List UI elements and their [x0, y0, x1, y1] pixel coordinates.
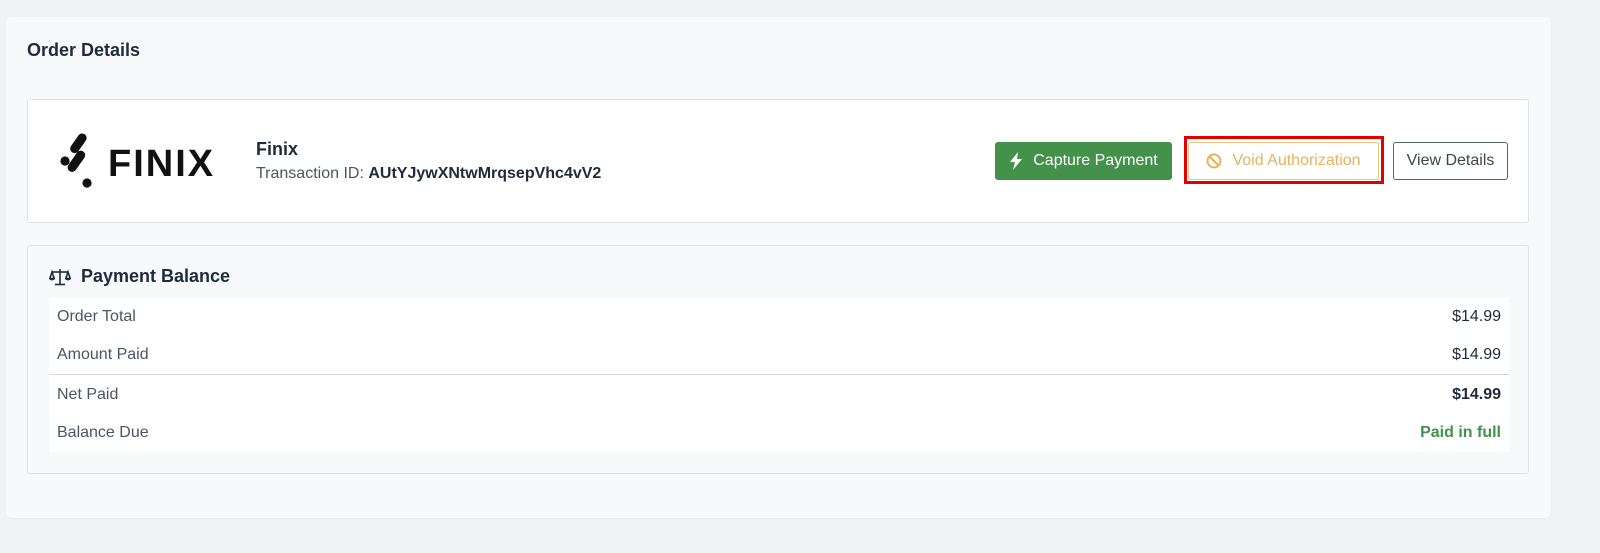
- gateway-name: Finix: [256, 139, 299, 159]
- payment-balance-header: Payment Balance: [49, 266, 230, 287]
- balance-due-row: Balance Due Paid in full: [49, 414, 1509, 452]
- amount-paid-label: Amount Paid: [57, 346, 149, 363]
- payment-balance-title: Payment Balance: [81, 266, 231, 286]
- transaction-id-value: AUtYJywXNtwMrqsepVhc4vV2: [368, 165, 602, 182]
- payment-gateway-panel: FINIX Finix Transaction ID: AUtYJywXNtwM…: [27, 99, 1529, 223]
- void-authorization-button[interactable]: Void Authorization: [1188, 142, 1379, 180]
- ban-icon: [1206, 153, 1222, 169]
- view-details-label: View Details: [1406, 152, 1495, 169]
- order-total-value: $14.99: [1452, 308, 1501, 325]
- page-title: Order Details: [27, 40, 141, 60]
- amount-paid-value: $14.99: [1452, 346, 1501, 363]
- lightning-bolt-icon: [1010, 152, 1023, 170]
- capture-payment-button[interactable]: Capture Payment: [995, 142, 1172, 180]
- balance-due-label: Balance Due: [57, 424, 149, 441]
- view-details-button[interactable]: View Details: [1393, 142, 1508, 180]
- scale-icon: [49, 268, 71, 285]
- balance-due-value: Paid in full: [1420, 424, 1501, 441]
- transaction-id-label: Transaction ID:: [256, 165, 364, 182]
- logo-text: FINIX: [108, 143, 215, 185]
- order-total-label: Order Total: [57, 308, 136, 325]
- amount-paid-row: Amount Paid $14.99: [49, 336, 1509, 374]
- finix-logo: FINIX: [60, 133, 215, 188]
- order-total-row: Order Total $14.99: [49, 298, 1509, 336]
- transaction-id-line: Transaction ID: AUtYJywXNtwMrqsepVhc4vV2: [256, 165, 601, 183]
- void-authorization-label: Void Authorization: [1232, 152, 1361, 169]
- net-paid-row: Net Paid $14.99: [49, 374, 1509, 414]
- payment-balance-panel: Payment Balance Order Total $14.99 Amoun…: [27, 245, 1529, 474]
- net-paid-label: Net Paid: [57, 385, 119, 403]
- capture-payment-label: Capture Payment: [1033, 152, 1158, 169]
- order-details-card: Order Details FINIX Finix Transaction ID…: [6, 17, 1551, 518]
- payment-balance-table: Order Total $14.99 Amount Paid $14.99 Ne…: [49, 298, 1509, 452]
- net-paid-value: $14.99: [1452, 385, 1501, 403]
